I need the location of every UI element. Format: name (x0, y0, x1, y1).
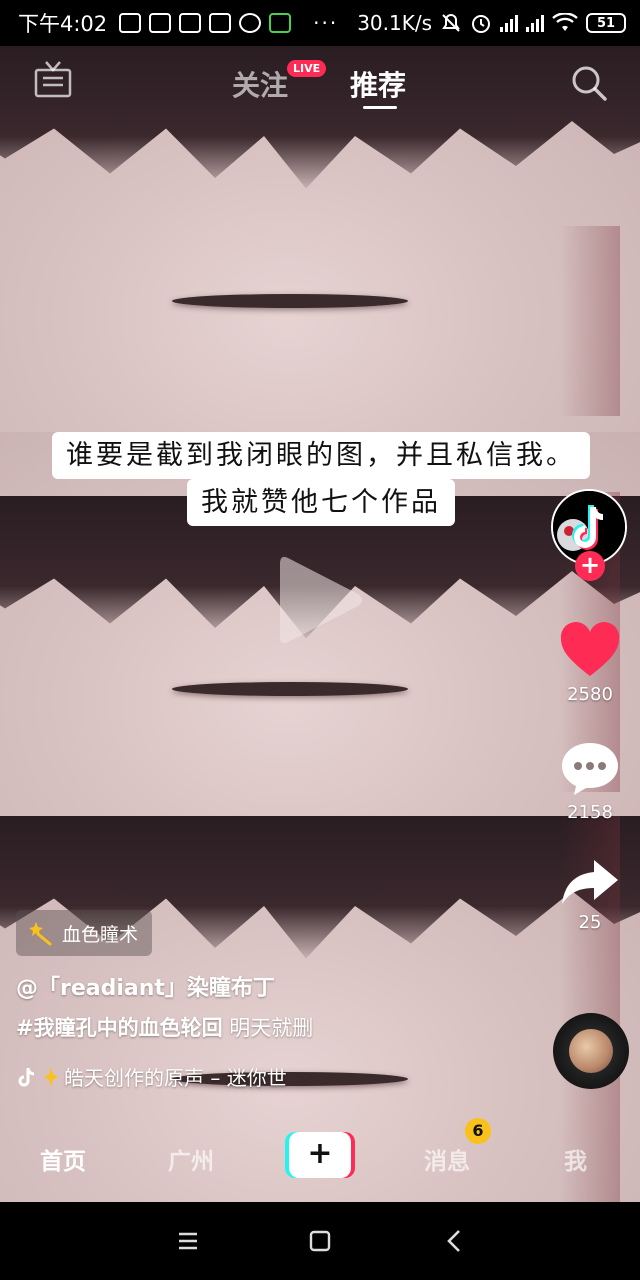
live-room-icon[interactable] (34, 60, 72, 100)
search-icon[interactable] (570, 64, 608, 102)
magic-wand-icon (29, 922, 52, 946)
share-arrow-icon (562, 860, 618, 904)
video-description: #我瞳孔中的血色轮回 明天就删 (16, 1012, 313, 1042)
like-count: 2580 (567, 684, 613, 705)
create-video-button[interactable]: + (285, 1132, 355, 1178)
hashtag-link[interactable]: #我瞳孔中的血色轮回 (16, 1016, 223, 1040)
heart-icon (560, 622, 620, 676)
network-speed: 30.1K/s (357, 11, 432, 35)
system-navigation-bar (0, 1202, 640, 1280)
tab-follow[interactable]: 关注 (232, 64, 288, 104)
app-notification-icon (209, 13, 232, 33)
comment-icon (562, 743, 618, 795)
comment-count: 2158 (567, 802, 613, 823)
signal-2-icon (526, 14, 544, 32)
wifi-icon (552, 13, 578, 31)
status-time: 下午4:02 (18, 12, 108, 36)
video-caption: 谁要是截到我闭眼的图，并且私信我。 我就赞他七个作品 (38, 432, 604, 527)
share-count: 25 (578, 912, 602, 933)
message-notification-icon (119, 13, 142, 33)
music-note-icon (18, 1067, 35, 1086)
tab-messages[interactable]: 消息 (424, 1142, 470, 1176)
description-text: 明天就删 (222, 1016, 314, 1040)
plus-icon: + (289, 1132, 351, 1178)
mute-icon (442, 13, 460, 32)
effect-name: 血色瞳术 (62, 923, 139, 946)
music-cover-thumbnail (569, 1029, 613, 1073)
tab-recommend[interactable]: 推荐 (350, 64, 406, 104)
home-icon[interactable] (307, 1228, 333, 1254)
menu-icon[interactable] (175, 1228, 201, 1254)
tab-active-indicator (363, 106, 397, 109)
play-icon[interactable] (276, 550, 366, 650)
alarm-icon (472, 15, 490, 33)
battery-icon: 51 (586, 13, 626, 33)
follow-plus-button[interactable]: + (575, 551, 605, 581)
music-info[interactable]: 皓天创作的原声 – 迷你世 (16, 1062, 287, 1091)
browser-notification-icon (239, 13, 262, 33)
like-button[interactable]: 2580 (555, 622, 625, 705)
share-button[interactable]: 25 (555, 858, 625, 933)
wechat-notification-icon (269, 13, 292, 33)
tab-home[interactable]: 首页 (40, 1142, 86, 1176)
more-notifications-icon: ··· (313, 11, 339, 35)
bottom-tab-bar: 首页 广州 + 消息 6 我 (0, 1110, 640, 1202)
status-bar: 下午4:02 ··· 30.1K/s 51 (0, 0, 640, 46)
comment-button[interactable]: 2158 (555, 740, 625, 823)
sparkle-icon (44, 1066, 58, 1087)
tab-city[interactable]: 广州 (168, 1142, 214, 1176)
music-title: 皓天创作的原声 – 迷你世 (64, 1066, 287, 1090)
music-disc[interactable] (553, 1013, 629, 1089)
signal-1-icon (500, 14, 518, 32)
messages-badge: 6 (465, 1118, 491, 1144)
caption-line-1: 谁要是截到我闭眼的图，并且私信我。 (52, 432, 590, 480)
upload-notification-icon (149, 13, 172, 33)
author-name[interactable]: @「readiant」染瞳布丁 (16, 970, 275, 1002)
mi-notification-icon (179, 13, 202, 33)
effect-tag[interactable]: 血色瞳术 (16, 910, 153, 956)
caption-line-2: 我就赞他七个作品 (187, 479, 455, 527)
tab-me[interactable]: 我 (564, 1142, 587, 1176)
live-badge: LIVE (287, 60, 327, 77)
top-nav: 关注 LIVE 推荐 (0, 56, 640, 110)
back-icon[interactable] (442, 1228, 468, 1254)
